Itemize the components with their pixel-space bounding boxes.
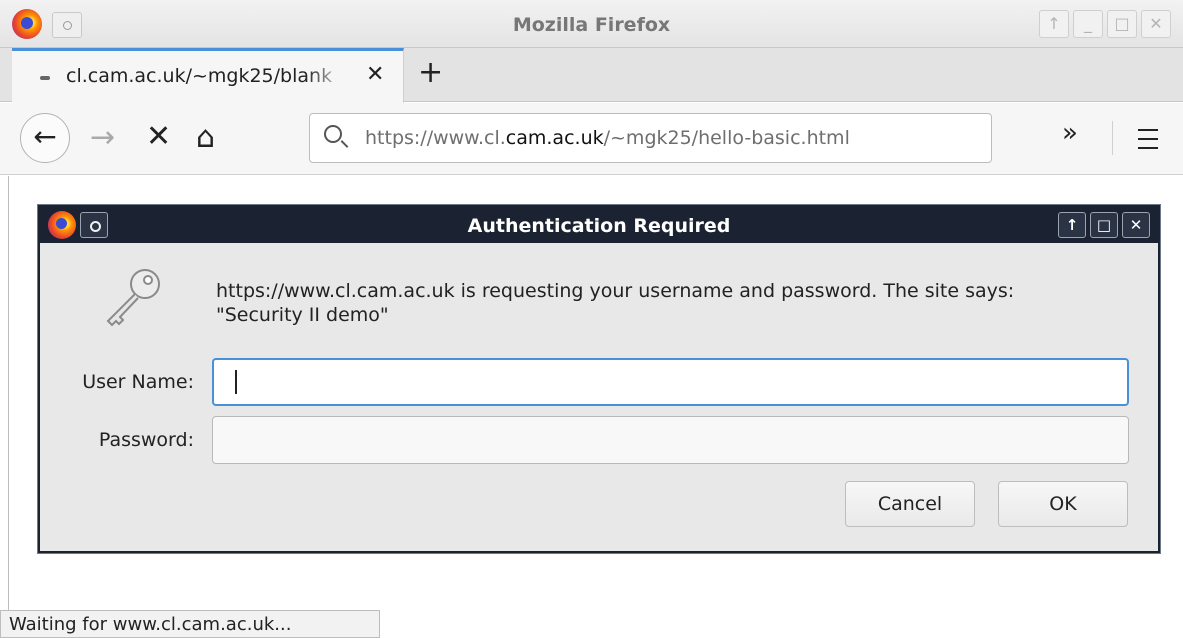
dialog-controls: ↑ □ ✕ (1058, 212, 1150, 238)
dialog-title: Authentication Required (467, 215, 731, 237)
dialog-titlebar: Authentication Required ↑ □ ✕ (40, 207, 1158, 243)
toolbar-separator (1112, 121, 1113, 155)
url-bar[interactable]: https://www.cl.cam.ac.uk/~mgk25/hello-ba… (309, 113, 992, 163)
window-maximize-button[interactable]: □ (1107, 10, 1137, 38)
password-field[interactable] (212, 416, 1129, 464)
text-caret (235, 370, 237, 394)
new-tab-button[interactable]: + (418, 56, 443, 90)
window-close-button[interactable]: ✕ (1141, 10, 1171, 38)
tab-active[interactable]: cl.cam.ac.uk/~mgk25/blank ✕ (12, 48, 404, 103)
window-title: Mozilla Firefox (512, 14, 671, 36)
window-minimize-button[interactable]: _ (1073, 10, 1103, 38)
ok-button[interactable]: OK (998, 481, 1128, 527)
tab-loading-icon (40, 76, 50, 80)
tab-close-icon[interactable]: ✕ (366, 62, 384, 87)
hamburger-menu-icon[interactable] (1138, 129, 1158, 156)
home-button[interactable]: ⌂ (196, 121, 215, 155)
dialog-raise-button[interactable]: ↑ (1058, 212, 1086, 238)
url-text[interactable]: https://www.cl.cam.ac.uk/~mgk25/hello-ba… (365, 127, 850, 149)
tab-strip: cl.cam.ac.uk/~mgk25/blank ✕ + (0, 48, 1183, 103)
window-titlebar: Mozilla Firefox ↑ _ □ ✕ (0, 0, 1183, 48)
url-host: cam.ac.uk (505, 127, 604, 149)
dialog-close-button[interactable]: ✕ (1122, 212, 1150, 238)
key-icon (106, 269, 160, 327)
back-button[interactable]: ← (20, 113, 70, 163)
window-raise-button[interactable]: ↑ (1039, 10, 1069, 38)
status-bar: Waiting for www.cl.cam.ac.uk... (0, 610, 380, 638)
username-field[interactable] (212, 358, 1129, 406)
tab-title: cl.cam.ac.uk/~mgk25/blank (66, 65, 333, 87)
url-prefix: https://www.cl. (365, 127, 506, 149)
url-suffix: /~mgk25/hello-basic.html (603, 127, 850, 149)
content-border (8, 176, 9, 616)
overflow-chevron-icon[interactable]: » (1062, 118, 1078, 148)
navigation-toolbar: ← → ✕ ⌂ https://www.cl.cam.ac.uk/~mgk25/… (0, 103, 1183, 175)
forward-button[interactable]: → (90, 121, 115, 155)
search-icon (324, 125, 342, 143)
auth-dialog: Authentication Required ↑ □ ✕ https://ww… (37, 204, 1161, 554)
dialog-message-line2: "Security II demo" (216, 304, 389, 326)
password-label: Password: (98, 429, 194, 451)
cancel-button[interactable]: Cancel (845, 481, 975, 527)
dialog-message-line1: https://www.cl.cam.ac.uk is requesting y… (216, 280, 1015, 302)
stop-button[interactable]: ✕ (146, 120, 171, 154)
dialog-message: https://www.cl.cam.ac.uk is requesting y… (216, 279, 1146, 327)
username-label: User Name: (82, 371, 194, 393)
dialog-maximize-button[interactable]: □ (1090, 212, 1118, 238)
window-controls: ↑ _ □ ✕ (1039, 10, 1171, 38)
